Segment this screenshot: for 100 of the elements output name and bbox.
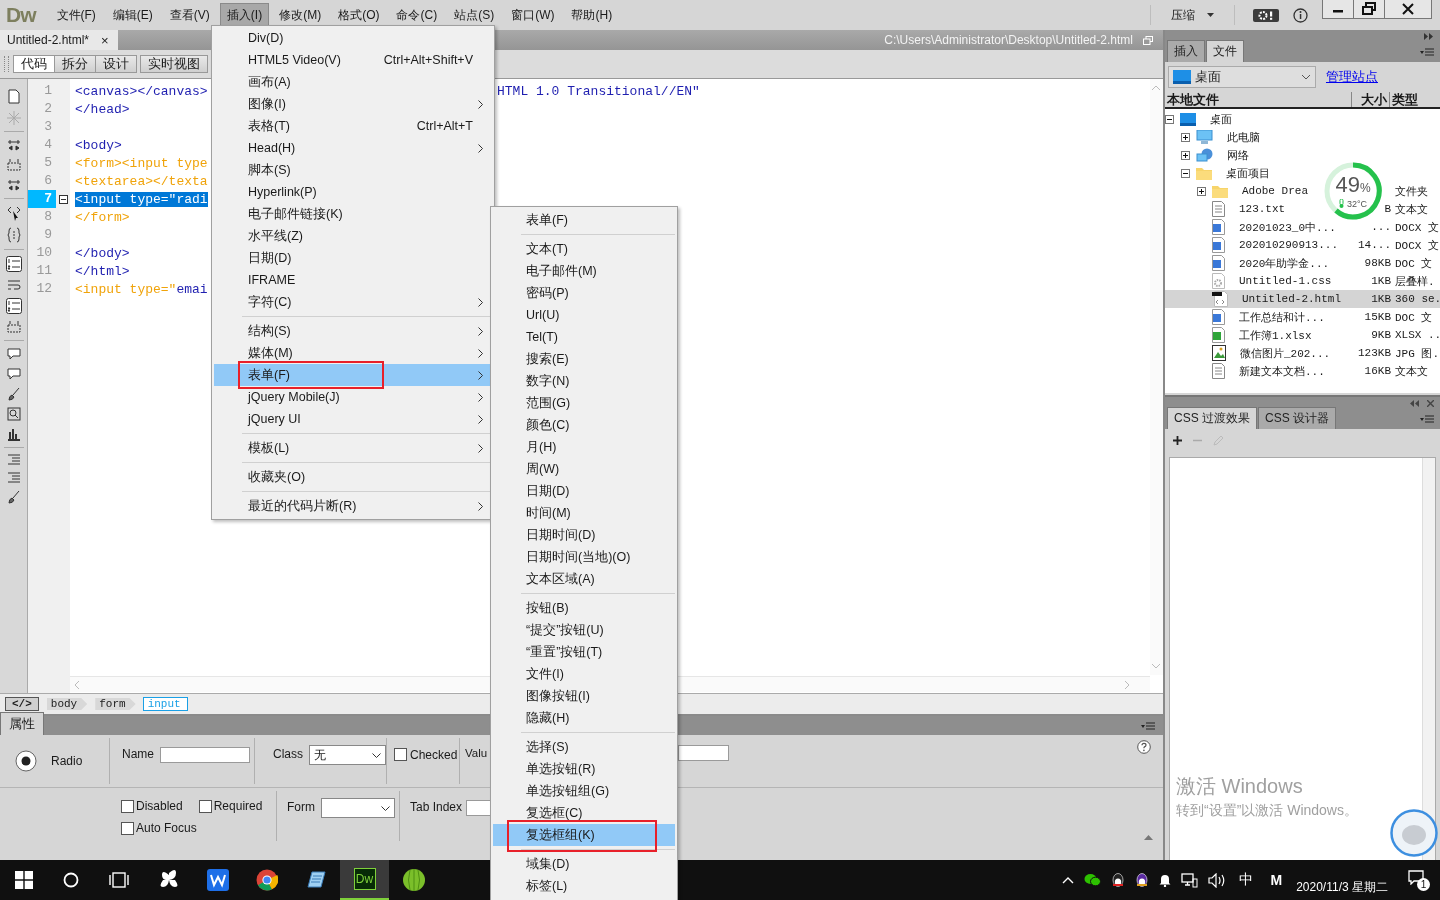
menu-item[interactable]: 单选按钮组(G) [493, 780, 675, 802]
compress-dropdown[interactable]: 压缩 [1161, 6, 1224, 24]
view-button[interactable]: 拆分 [54, 55, 96, 73]
checked-checkbox[interactable] [394, 748, 407, 761]
name-field[interactable] [160, 747, 250, 763]
expander-icon[interactable] [1180, 150, 1190, 160]
menu-item[interactable]: 脚本(S) [214, 159, 492, 181]
menu-item[interactable]: 画布(A) [214, 71, 492, 93]
form-select[interactable] [321, 798, 395, 818]
collapse-icon[interactable] [6, 138, 21, 152]
menu-item[interactable]: Url(U) [493, 304, 675, 326]
indent-icon[interactable] [6, 454, 21, 466]
search-icon[interactable] [6, 407, 21, 421]
menu-item[interactable]: 选择(S) [493, 736, 675, 758]
menu-item[interactable]: 文本(T) [493, 238, 675, 260]
chevron-up-icon[interactable] [1061, 876, 1074, 884]
menu-item[interactable]: 按钮(B) [493, 597, 675, 619]
numbered-list-icon[interactable] [5, 256, 22, 272]
menu-item[interactable]: 查看(V) [162, 2, 217, 28]
selection-icon[interactable] [6, 158, 21, 172]
file-name[interactable]: 2020年助学金... [1238, 255, 1330, 271]
menu-item[interactable]: 站点(S) [447, 2, 502, 28]
panel-tab[interactable]: CSS 过渡效果 [1166, 407, 1257, 429]
menu-item[interactable]: 范围(G) [493, 392, 675, 414]
file-name[interactable]: 新建文本文档... [1238, 363, 1325, 379]
menu-item[interactable]: 窗口(W) [504, 2, 562, 28]
file-name[interactable]: Untitled-1.css [1238, 275, 1332, 287]
collapse-panel-icon[interactable] [1424, 32, 1434, 40]
file-name[interactable]: 桌面项目 [1225, 165, 1270, 181]
menu-item[interactable]: 表单(F) [214, 364, 492, 386]
menu-item[interactable]: 命令(C) [389, 2, 445, 28]
assistant-icon[interactable] [1390, 809, 1438, 857]
menu-item[interactable]: 域集(D) [493, 853, 675, 875]
expander-icon[interactable] [1180, 132, 1190, 142]
menu-item[interactable]: 时间(M) [493, 502, 675, 524]
menu-item[interactable]: 搜索(E) [493, 348, 675, 370]
menu-item[interactable]: 日期(D) [493, 480, 675, 502]
comment-icon[interactable] [6, 367, 21, 381]
menu-item[interactable]: 单选按钮(R) [493, 758, 675, 780]
menu-item[interactable]: 编辑(E) [105, 2, 160, 28]
brush-icon[interactable] [6, 387, 21, 401]
gauge-ring[interactable] [1322, 160, 1384, 222]
selection-icon[interactable] [6, 320, 21, 334]
file-name[interactable]: 微信图片_202... [1239, 345, 1331, 361]
numbered-list-icon[interactable] [5, 298, 22, 314]
task-view-icon[interactable] [109, 872, 129, 888]
bars-icon[interactable] [6, 427, 21, 441]
view-button[interactable]: 设计 [95, 55, 137, 73]
menu-item[interactable]: 收藏夹(O) [214, 466, 492, 488]
expander-icon[interactable] [1180, 168, 1190, 178]
menu-item[interactable]: 隐藏(H) [493, 707, 675, 729]
comment-icon[interactable] [6, 347, 21, 361]
menu-item[interactable]: Head(H) [214, 137, 492, 159]
file-name[interactable]: Untitled-2.html [1241, 293, 1341, 305]
menu-item[interactable]: 表单(F) [493, 209, 675, 231]
column-header[interactable]: 本地文件 [1164, 92, 1352, 107]
file-name[interactable]: 桌面 [1209, 111, 1232, 127]
column-header[interactable]: 大小 [1351, 92, 1390, 107]
volume-icon[interactable] [1207, 872, 1226, 888]
menu-item[interactable]: HTML5 Video(V) Ctrl+Alt+Shift+V [214, 49, 492, 71]
collapse-icon[interactable] [6, 178, 21, 192]
panel-tab[interactable]: CSS 设计器 [1258, 407, 1336, 429]
fold-icon[interactable] [59, 194, 68, 204]
menu-item[interactable]: 日期时间(当地)(O) [493, 546, 675, 568]
menu-item[interactable]: 结构(S) [214, 320, 492, 342]
menu-item[interactable]: Hyperlink(P) [214, 181, 492, 203]
file-name[interactable]: 工作总结和计... [1238, 309, 1325, 325]
sync-settings-icon[interactable] [1253, 8, 1279, 22]
tag-chip[interactable]: form [95, 698, 136, 710]
collapse-panel-icon[interactable] [1410, 399, 1419, 407]
expander-icon[interactable] [1164, 114, 1174, 124]
menu-item[interactable]: 表格(T) Ctrl+Alt+T [214, 115, 492, 137]
file-name[interactable]: 此电脑 [1226, 129, 1260, 145]
taskbar-app[interactable]: Dw [340, 860, 389, 900]
menu-item[interactable]: 日期时间(D) [493, 524, 675, 546]
view-button[interactable]: 代码 [13, 55, 55, 73]
windows-start-icon[interactable] [15, 871, 33, 889]
menu-item[interactable]: 最近的代码片断(R) [214, 495, 492, 517]
menu-item[interactable]: 文本区域(A) [493, 568, 675, 590]
notification-button[interactable]: 1 [1408, 869, 1430, 891]
penguin-icon[interactable] [1134, 872, 1149, 888]
file-name[interactable]: 工作簿1.xlsx [1238, 327, 1312, 343]
menu-item[interactable]: jQuery UI [214, 408, 492, 430]
menu-item[interactable]: 文件(I) [493, 663, 675, 685]
input-method[interactable]: 中 [1238, 871, 1253, 889]
menu-item[interactable]: 颜色(C) [493, 414, 675, 436]
restore-icon[interactable] [1354, 0, 1385, 18]
file-name[interactable]: Adobe Drea [1241, 185, 1308, 197]
cursor-icon[interactable] [6, 205, 21, 221]
add-icon[interactable] [1172, 435, 1182, 445]
menu-item[interactable]: 电子邮件链接(K) [214, 203, 492, 225]
menu-item[interactable]: 格式(O) [331, 2, 387, 28]
chat-icon[interactable] [1083, 873, 1101, 887]
file-name[interactable]: 20201023_0中... [1238, 219, 1336, 235]
expander-icon[interactable] [1196, 186, 1206, 196]
tag-chip[interactable]: body [46, 698, 88, 710]
panel-menu-icon[interactable] [1420, 48, 1434, 56]
panel-tab[interactable]: 文件 [1205, 40, 1244, 62]
expand-icon[interactable] [1143, 834, 1153, 840]
panel-tab[interactable]: 插入 [1166, 40, 1205, 62]
